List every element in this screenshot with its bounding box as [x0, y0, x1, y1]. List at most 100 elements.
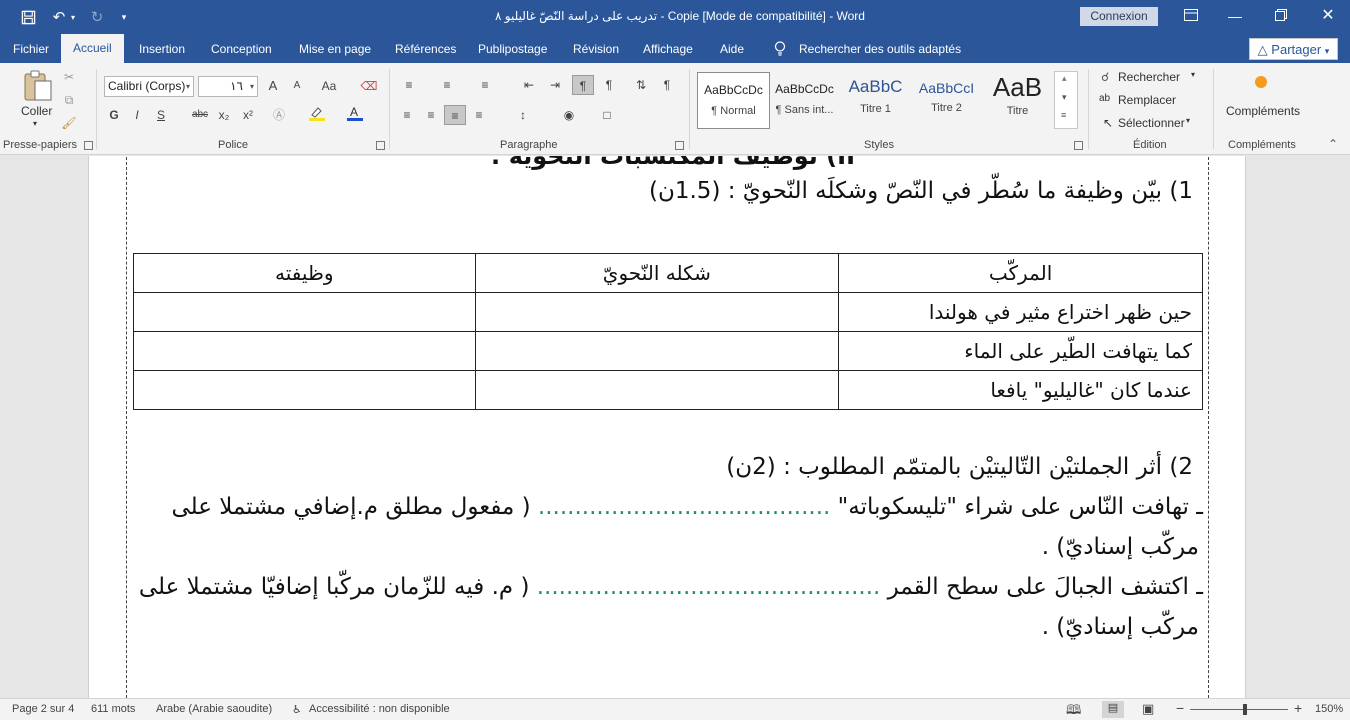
- header-function[interactable]: وظيفته: [133, 253, 476, 293]
- format-painter-icon[interactable]: 🖌: [58, 113, 80, 133]
- paragraph-launcher-icon[interactable]: [675, 141, 684, 150]
- multilevel-list-icon[interactable]: ≡: [474, 75, 496, 95]
- chevron-down-icon[interactable]: ▾: [1191, 70, 1195, 79]
- paste-dropdown-icon[interactable]: ▾: [33, 119, 37, 128]
- text-effects-icon[interactable]: Ⓐ: [268, 105, 290, 125]
- highlight-icon[interactable]: [306, 105, 328, 125]
- question-2[interactable]: 2) أثر الجملتيْن التّاليتيْن بالمتمّم ال…: [726, 454, 1193, 480]
- show-marks-icon[interactable]: ¶: [656, 75, 678, 95]
- accessibility-status[interactable]: Accessibilité : non disponible: [309, 703, 450, 715]
- borders-icon[interactable]: □: [596, 105, 618, 125]
- numbering-icon[interactable]: ≡: [436, 75, 458, 95]
- find-button[interactable]: Rechercher: [1118, 70, 1180, 84]
- undo-icon[interactable]: ↶: [48, 6, 70, 28]
- tab-accueil[interactable]: Accueil: [61, 34, 124, 64]
- copy-icon[interactable]: ⧉: [58, 90, 80, 110]
- table-cell[interactable]: عندما كان "غاليليو" يافعا: [838, 370, 1203, 410]
- font-name-combo[interactable]: Calibri (Corps) ▾: [104, 76, 194, 97]
- style-heading-1[interactable]: AaBbC Titre 1: [839, 72, 912, 129]
- chevron-down-icon[interactable]: ▾: [1186, 116, 1190, 125]
- ribbon-display-icon[interactable]: [1176, 5, 1206, 27]
- rtl-direction-icon[interactable]: ¶: [598, 75, 620, 95]
- sign-in-button[interactable]: Connexion: [1080, 7, 1158, 26]
- undo-dropdown-icon[interactable]: ▾: [68, 6, 78, 28]
- addins-icon[interactable]: [1255, 76, 1267, 88]
- table-cell[interactable]: [474, 331, 840, 371]
- underline-button[interactable]: S: [150, 105, 172, 125]
- font-size-combo[interactable]: ١٦ ▾: [198, 76, 258, 97]
- styles-launcher-icon[interactable]: [1074, 141, 1083, 150]
- sort-icon[interactable]: ⇅: [630, 75, 652, 95]
- line-spacing-icon[interactable]: ↕: [512, 105, 534, 125]
- superscript-button[interactable]: x²: [237, 105, 259, 125]
- tab-fichier[interactable]: Fichier: [13, 39, 49, 63]
- clipboard-launcher-icon[interactable]: [84, 141, 93, 150]
- page-count[interactable]: Page 2 sur 4: [12, 703, 74, 715]
- word-count[interactable]: 611 mots: [91, 703, 135, 715]
- zoom-slider-thumb[interactable]: [1243, 704, 1248, 715]
- document-area[interactable]: II) توظيف المكتسبات النّحويّة : 1) بيّن …: [0, 156, 1350, 698]
- save-icon[interactable]: [16, 6, 40, 28]
- cut-icon[interactable]: ✂: [58, 67, 80, 87]
- style-no-spacing[interactable]: AaBbCcDc ¶ Sans int...: [768, 72, 841, 129]
- restore-icon[interactable]: [1266, 5, 1296, 27]
- question-1[interactable]: 1) بيّن وظيفة ما سُطّر في النّصّ وشكلَه …: [649, 178, 1193, 204]
- sentence-1-continuation[interactable]: مركّب إسناديّ) .: [1042, 534, 1199, 560]
- analysis-table[interactable]: المركّب شكله النّحويّ وظيفته حين ظهر اخت…: [133, 253, 1203, 410]
- zoom-slider[interactable]: [1190, 709, 1288, 710]
- zoom-in-button[interactable]: +: [1294, 700, 1302, 716]
- justify-icon[interactable]: ≡: [468, 105, 490, 125]
- header-form[interactable]: شكله النّحويّ: [474, 253, 840, 293]
- shrink-font-icon[interactable]: A: [286, 76, 308, 96]
- table-cell[interactable]: حين ظهر اختراع مثير في هولندا: [838, 292, 1203, 332]
- increase-indent-icon[interactable]: ⇥: [544, 75, 566, 95]
- grow-font-icon[interactable]: A: [262, 76, 284, 96]
- document-page[interactable]: II) توظيف المكتسبات النّحويّة : 1) بيّن …: [88, 156, 1246, 698]
- styles-gallery-scroll[interactable]: ▴ ▾ ≡: [1054, 71, 1078, 129]
- paste-icon[interactable]: [22, 69, 54, 103]
- align-right-icon[interactable]: ≡: [444, 105, 466, 125]
- minimize-icon[interactable]: —: [1220, 5, 1250, 27]
- style-heading-2[interactable]: AaBbCcI Titre 2: [910, 72, 983, 129]
- addins-button[interactable]: Compléments: [1226, 104, 1300, 118]
- decrease-indent-icon[interactable]: ⇤: [518, 75, 540, 95]
- read-mode-icon[interactable]: 🕮: [1066, 701, 1081, 720]
- tab-aide[interactable]: Aide: [720, 39, 744, 63]
- style-title[interactable]: AaB Titre: [981, 72, 1054, 129]
- replace-button[interactable]: Remplacer: [1118, 93, 1176, 107]
- bold-button[interactable]: G: [103, 105, 125, 125]
- redo-icon[interactable]: ↻: [86, 6, 108, 28]
- style-normal[interactable]: AaBbCcDc ¶ Normal: [697, 72, 770, 129]
- close-icon[interactable]: ✕: [1313, 5, 1343, 27]
- tab-insertion[interactable]: Insertion: [139, 39, 185, 63]
- shading-icon[interactable]: ◉: [558, 105, 580, 125]
- table-cell[interactable]: [133, 292, 476, 332]
- strikethrough-button[interactable]: abc: [189, 105, 211, 125]
- table-cell[interactable]: [133, 370, 476, 410]
- align-left-icon[interactable]: ≡: [396, 105, 418, 125]
- font-color-icon[interactable]: A: [344, 105, 366, 125]
- bullets-icon[interactable]: ≡: [398, 75, 420, 95]
- paste-label[interactable]: Coller: [21, 104, 52, 118]
- customize-toolbar-icon[interactable]: ▾: [116, 6, 132, 28]
- tab-mise-en-page[interactable]: Mise en page: [299, 39, 371, 63]
- tab-references[interactable]: Références: [395, 39, 456, 63]
- change-case-icon[interactable]: Aa: [314, 76, 344, 96]
- zoom-level[interactable]: 150%: [1315, 703, 1343, 715]
- tell-me-search[interactable]: Rechercher des outils adaptés: [799, 39, 961, 59]
- tab-publipostage[interactable]: Publipostage: [478, 39, 547, 63]
- section-heading[interactable]: II) توظيف المكتسبات النّحويّة :: [491, 156, 855, 170]
- tab-affichage[interactable]: Affichage: [643, 39, 693, 63]
- subscript-button[interactable]: x₂: [213, 105, 235, 125]
- sentence-2-continuation[interactable]: مركّب إسناديّ) .: [1042, 614, 1199, 640]
- table-cell[interactable]: [474, 370, 840, 410]
- table-cell[interactable]: [474, 292, 840, 332]
- print-layout-icon[interactable]: ▤: [1102, 701, 1124, 718]
- share-button[interactable]: △ Partager ▾: [1249, 38, 1338, 60]
- language[interactable]: Arabe (Arabie saoudite): [156, 703, 272, 715]
- zoom-out-button[interactable]: −: [1176, 700, 1184, 716]
- table-cell[interactable]: كما يتهافت الطّير على الماء: [838, 331, 1203, 371]
- align-center-icon[interactable]: ≡: [420, 105, 442, 125]
- sentence-2[interactable]: ـ اكتشف الجبالَ على سطح القمر ..........…: [139, 574, 1203, 600]
- italic-button[interactable]: I: [126, 105, 148, 125]
